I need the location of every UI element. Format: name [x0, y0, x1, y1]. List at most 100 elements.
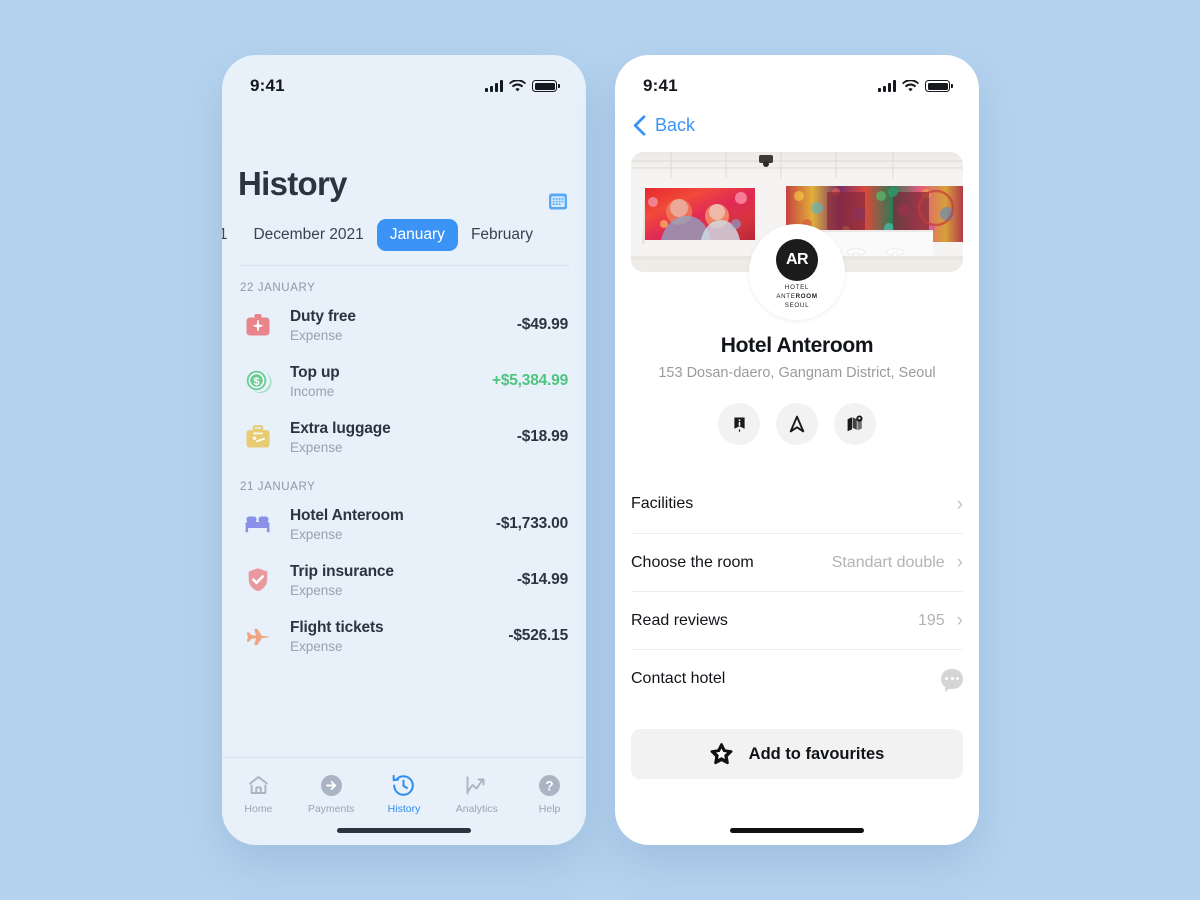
- transaction-info: Flight tickets Expense: [290, 619, 508, 654]
- canvas: 9:41 History 1 December 2021 January Feb…: [0, 0, 1200, 900]
- logo-line-2: ANTEROOM: [776, 293, 817, 302]
- logo-monogram: AR: [776, 239, 818, 281]
- transaction-type: Income: [290, 383, 335, 399]
- chevron-left-icon: [633, 115, 646, 136]
- transaction-type: Expense: [290, 638, 343, 654]
- transaction-row[interactable]: $ Top up Income +$5,384.99: [240, 353, 568, 409]
- transaction-info: Hotel Anteroom Expense: [290, 507, 496, 542]
- hotel-address: 153 Dosan-daero, Gangnam District, Seoul: [658, 365, 936, 381]
- info-button[interactable]: [718, 403, 760, 445]
- row-label: Choose the room: [631, 553, 754, 571]
- svg-text:?: ?: [545, 778, 553, 793]
- tab-label: Payments: [307, 803, 355, 815]
- logo-line-3: SEOUL: [784, 301, 810, 309]
- airplane-icon: [240, 618, 276, 654]
- bottom-tab-bar: Home Payments History Analytics ? Help: [222, 757, 586, 845]
- tab-payments[interactable]: Payments: [295, 772, 368, 815]
- info-icon: [733, 417, 745, 432]
- history-phone: 9:41 History 1 December 2021 January Feb…: [222, 55, 586, 845]
- home-icon: [245, 772, 271, 798]
- tab-analytics[interactable]: Analytics: [440, 772, 513, 815]
- wifi-icon: [509, 79, 527, 91]
- tab-history[interactable]: History: [368, 772, 441, 815]
- row-contact-hotel[interactable]: Contact hotel: [631, 649, 963, 707]
- transaction-amount: -$14.99: [516, 571, 568, 588]
- transaction-row[interactable]: Duty free Expense -$49.99: [240, 297, 568, 353]
- transaction-type: Expense: [290, 526, 343, 542]
- duty-free-bag-icon: [240, 307, 276, 343]
- tab-label: Analytics: [455, 803, 498, 815]
- hotel-name: Hotel Anteroom: [720, 334, 874, 357]
- transaction-amount: -$1,733.00: [495, 515, 568, 532]
- navigation-arrow-icon: [789, 415, 805, 433]
- page-title: History: [238, 165, 347, 202]
- transaction-row[interactable]: Flight tickets Expense -$526.15: [240, 608, 568, 664]
- transaction-info: Top up Income: [290, 364, 492, 399]
- month-tab-3[interactable]: February: [458, 219, 546, 251]
- day-group-header: 22 JANUARY: [240, 282, 316, 294]
- cellular-bars-icon: [485, 80, 504, 92]
- home-indicator: [337, 828, 471, 833]
- action-button-group: [615, 403, 979, 445]
- home-indicator: [730, 828, 864, 833]
- month-tab-1[interactable]: December 2021: [240, 219, 376, 251]
- transaction-list: 22 JANUARY Duty free Expense -$49.99 $ T…: [222, 266, 586, 664]
- navigate-button[interactable]: [776, 403, 818, 445]
- row-read-reviews[interactable]: Read reviews 195 ›: [631, 591, 963, 649]
- month-tab-2[interactable]: January: [376, 219, 458, 251]
- detail-rows: Facilities › Choose the room Standart do…: [615, 475, 979, 707]
- transaction-name: Trip insurance: [290, 562, 394, 580]
- transaction-type: Expense: [290, 327, 343, 343]
- battery-full-icon: [925, 80, 953, 92]
- calendar-icon[interactable]: [548, 191, 568, 211]
- status-bar-time: 9:41: [643, 76, 678, 95]
- star-icon: [710, 743, 733, 765]
- chevron-right-icon: ›: [956, 493, 963, 515]
- row-choose-room[interactable]: Choose the room Standart double ›: [631, 533, 963, 591]
- chevron-right-icon: ›: [956, 552, 963, 573]
- battery-full-icon: [532, 80, 560, 92]
- transaction-amount: -$49.99: [516, 316, 568, 333]
- transaction-info: Duty free Expense: [290, 308, 517, 343]
- transaction-type: Expense: [290, 582, 343, 598]
- status-bar-icons: [485, 79, 560, 93]
- back-button[interactable]: Back: [615, 107, 979, 136]
- row-label: Facilities: [631, 495, 694, 512]
- tab-label: Home: [244, 803, 273, 815]
- transaction-amount: +$5,384.99: [491, 372, 568, 389]
- status-bar-icons: [878, 79, 953, 93]
- row-facilities[interactable]: Facilities ›: [631, 475, 963, 533]
- question-circle-icon: ?: [537, 772, 563, 798]
- transaction-name: Hotel Anteroom: [290, 506, 404, 524]
- tab-home[interactable]: Home: [222, 772, 295, 815]
- transaction-name: Top up: [290, 363, 340, 381]
- transaction-row[interactable]: Trip insurance Expense -$14.99: [240, 552, 568, 608]
- transaction-name: Extra luggage: [290, 419, 391, 437]
- hotel-logo-badge: AR HOTEL ANTEROOM SEOUL: [749, 224, 845, 320]
- arrow-right-circle-icon: [318, 772, 344, 798]
- row-value: Standart double: [831, 553, 945, 571]
- cellular-bars-icon: [878, 80, 897, 92]
- transaction-info: Trip insurance Expense: [290, 563, 517, 598]
- tab-help[interactable]: ? Help: [513, 772, 586, 815]
- transaction-type: Expense: [290, 439, 343, 455]
- map-button[interactable]: [834, 403, 876, 445]
- month-selector: 2021 December 2021 January February: [222, 219, 570, 251]
- header-divider: [238, 265, 570, 266]
- favourites-label: Add to favourites: [748, 744, 885, 763]
- status-bar-time: 9:41: [250, 76, 285, 95]
- dollar-coin-icon: $: [240, 363, 276, 399]
- bed-icon: [240, 506, 276, 542]
- status-bar: 9:41: [615, 55, 979, 107]
- month-tab-0[interactable]: 2021: [222, 219, 240, 251]
- chevron-right-icon: ›: [956, 610, 963, 631]
- shield-check-icon: [240, 562, 276, 598]
- transaction-row[interactable]: Extra luggage Expense -$18.99: [240, 409, 568, 465]
- chat-bubble-icon[interactable]: [941, 668, 963, 692]
- transaction-row[interactable]: Hotel Anteroom Expense -$1,733.00: [240, 496, 568, 552]
- row-label: Read reviews: [631, 611, 728, 629]
- add-to-favourites-button[interactable]: Add to favourites: [631, 729, 963, 779]
- map-pin-icon: [847, 415, 863, 432]
- transaction-info: Extra luggage Expense: [290, 420, 517, 455]
- transaction-amount: -$526.15: [508, 627, 568, 644]
